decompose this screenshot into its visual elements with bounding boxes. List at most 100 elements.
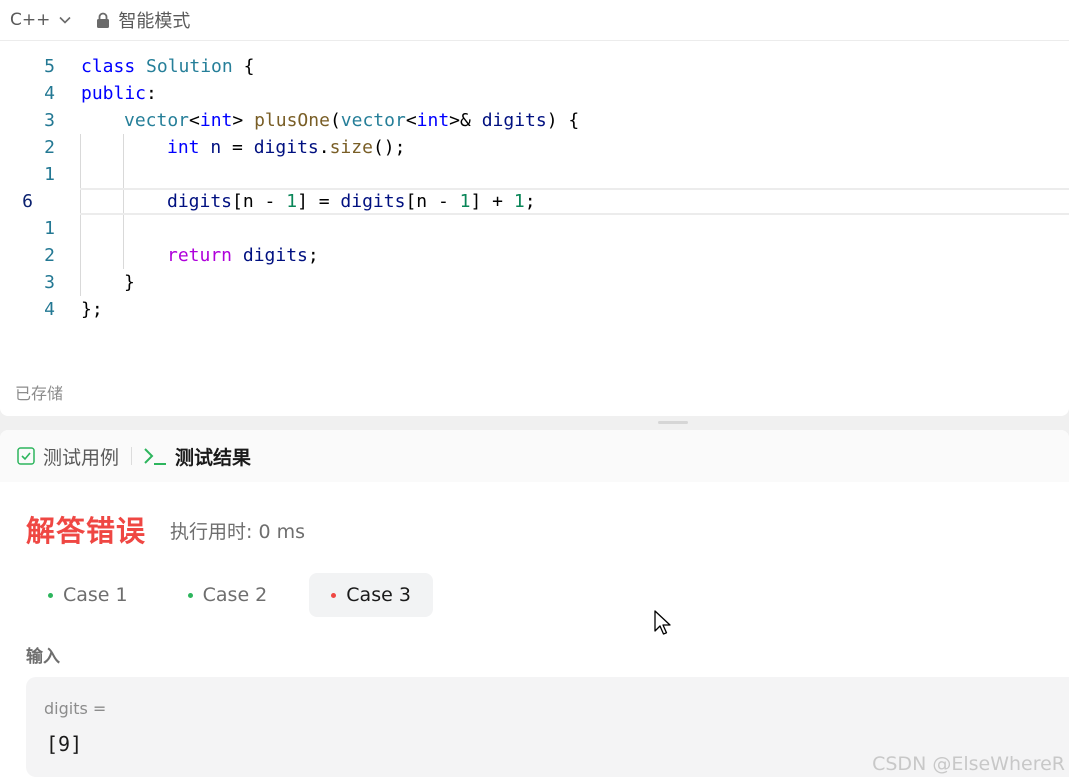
line-number: 4 [44,299,55,320]
watermark: CSDN @ElseWhereR [872,753,1065,775]
code-token: [n - [405,191,460,212]
code-text: public: [81,80,157,107]
code-token: 1 [513,191,525,212]
code-token: ] = [297,191,341,212]
case-label: Case 3 [346,584,411,606]
code-line[interactable]: 2 return digits; [0,242,1069,269]
code-token: return [167,245,233,266]
language-label: C++ [10,10,51,30]
code-line[interactable]: 3} [0,269,1069,296]
code-token: Solution [146,56,233,77]
tab-testcase-label: 测试用例 [43,446,120,469]
save-status: 已存储 [15,384,64,403]
case-label: Case 2 [202,584,268,606]
code-token: ; [524,191,536,212]
input-label: 输入 [26,647,60,667]
code-text: }; [81,296,103,323]
code-token: ] + [470,191,514,212]
code-token: = [221,137,254,158]
case-tab[interactable]: Case 2 [170,573,286,617]
code-text: } [81,269,135,296]
input-value: [9] [46,732,83,756]
code-token: int [199,110,233,131]
line-number: 5 [44,56,55,77]
code-token: >& [449,110,482,131]
code-token: class [81,56,136,77]
code-token: digits [481,110,547,131]
code-token: : [146,83,157,104]
language-select[interactable]: C++ [10,10,72,30]
result-tabs: 测试用例 测试结果 [0,430,1069,482]
code-token: ( [329,110,341,131]
chevron-down-icon [59,16,71,24]
case-tab[interactable]: Case 1 [30,573,146,617]
line-number: 3 [44,110,55,131]
code-token: digits [253,137,319,158]
input-variable-name: digits = [44,699,107,718]
code-token: > [232,110,255,131]
status-dot-icon [187,592,193,598]
code-token: 1 [459,191,471,212]
lock-icon [97,12,110,28]
code-token: digits [167,191,233,212]
code-line[interactable]: 5 class Solution { [0,53,1069,80]
code-line[interactable]: 1 [0,161,1069,188]
line-number: 2 [44,245,55,266]
line-number: 3 [44,272,55,293]
code-line[interactable]: 6 digits[n - 1] = digits[n - 1] + 1; [0,188,1069,215]
line-number: 4 [44,83,55,104]
code-token: < [189,110,200,131]
panel-resize-handle[interactable] [658,421,688,424]
checkbox-icon [17,447,35,465]
code-token: digits [242,245,308,266]
code-token: { [232,56,255,77]
code-token: n [210,137,222,158]
verdict-status: 解答错误 [26,514,147,548]
code-token: ; [307,245,319,266]
result-panel: 测试用例 测试结果 解答错误 执行用时: 0 ms Case 1 Case 2 Ca… [0,430,1069,780]
code-text: vector<int> plusOne(vector<int>& digits)… [81,107,579,134]
code-area[interactable]: 5 class Solution {4 public: 3 vector<int> pl… [0,53,1069,323]
tab-divider [131,447,133,465]
code-token: (); [372,137,406,158]
status-dot-icon [48,592,53,598]
code-token: [n - [232,191,287,212]
code-token: ) { [546,110,580,131]
code-token: }; [81,299,103,320]
code-token: } [124,272,135,293]
code-text: return digits; [81,242,319,269]
code-line[interactable]: 4}; [0,296,1069,323]
code-token: digits [340,191,406,212]
line-number: 1 [44,218,55,239]
code-token: vector [340,110,406,131]
line-number: 1 [44,164,55,185]
code-token: vector [124,110,190,131]
tab-test-result[interactable]: 测试结果 [143,443,251,470]
code-line[interactable]: 2 int n = digits.size(); [0,134,1069,161]
code-token: int [167,137,200,158]
mouse-cursor-icon [654,610,671,635]
status-dot-icon [331,592,337,598]
code-token: public [81,83,147,104]
code-token: size [329,137,373,158]
smart-mode-toggle[interactable]: 智能模式 [96,7,190,33]
case-label: Case 1 [63,584,128,606]
smart-mode-label: 智能模式 [118,11,191,32]
code-text: int n = digits.size(); [81,134,405,161]
tab-test-result-label: 测试结果 [175,446,252,469]
code-text: digits[n - 1] = digits[n - 1] + 1; [81,188,536,215]
code-line[interactable]: 3 vector<int> plusOne(vector<int>& digits… [0,107,1069,134]
code-token: . [318,137,330,158]
case-tab[interactable]: Case 3 [309,573,433,617]
tab-testcase[interactable]: 测试用例 [17,443,119,470]
terminal-icon [144,448,167,465]
editor-toolbar: C++ 智能模式 [0,0,1069,41]
code-editor-panel: C++ 智能模式 5 class Solution {4 public: 3 vecto… [0,0,1069,416]
code-token: plusOne [254,110,330,131]
code-line[interactable]: 1 [0,215,1069,242]
code-token: int [416,110,450,131]
code-text: class Solution { [81,53,254,80]
code-line[interactable]: 4 public: [0,80,1069,107]
